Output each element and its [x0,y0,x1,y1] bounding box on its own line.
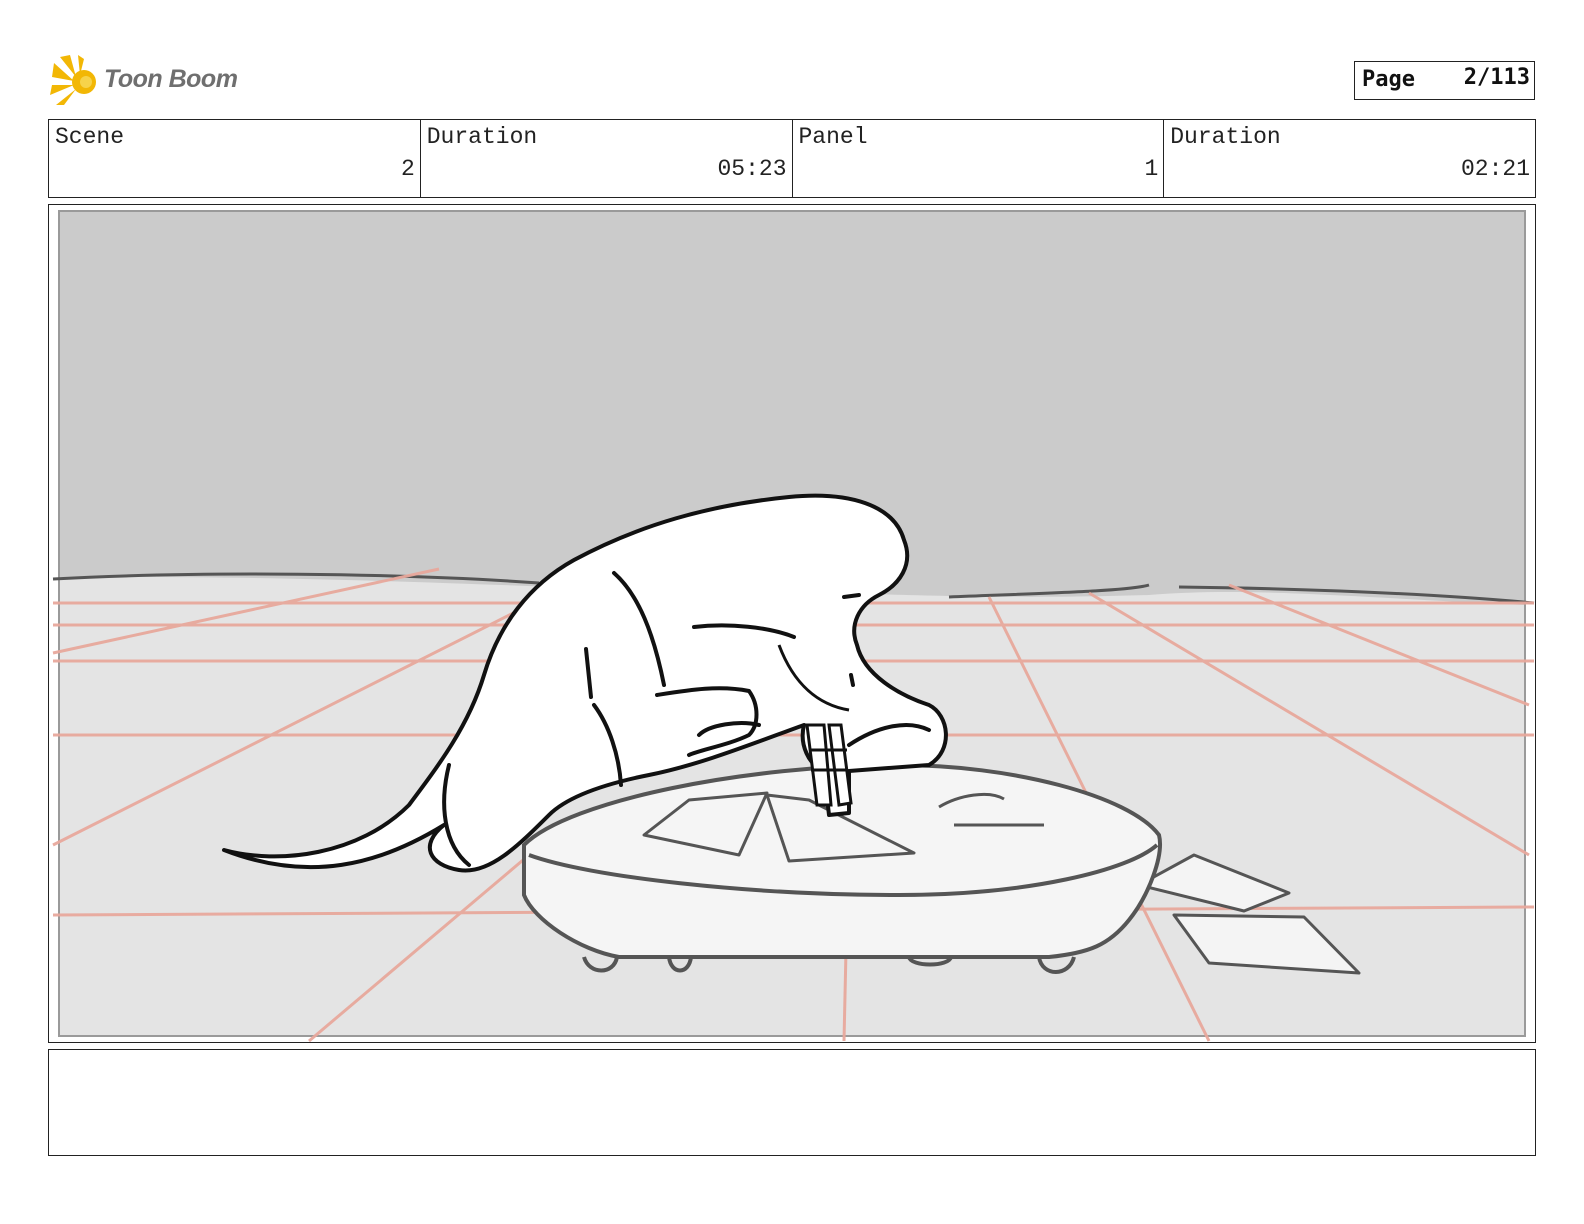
panel-duration-label: Duration [1170,124,1281,150]
logo-wordmark: Toon Boom [104,65,238,93]
panel-label: Panel [798,124,868,150]
scene-duration-label: Duration [426,124,538,150]
scene-label: Scene [55,124,125,150]
panel-value: 1 [1144,156,1159,182]
notes-area [48,1049,1536,1156]
info-bar: Scene 2 Duration 05:23 Panel 1 Duration … [48,119,1536,198]
starburst-icon [50,55,96,105]
page-indicator: Page 2/113 [1354,61,1535,100]
page-label: Page [1362,67,1415,92]
page-number: 2/113 [1463,65,1530,90]
scene-cell: Scene 2 [49,120,421,197]
scene-duration-cell: Duration 05:23 [421,120,793,197]
scene-value: 2 [400,156,415,182]
panel-duration-cell: Duration 02:21 [1164,120,1535,197]
panel-cell: Panel 1 [793,120,1165,197]
toon-boom-logo: Toon Boom [50,55,250,107]
scene-duration-value: 05:23 [717,156,787,182]
panel-duration-value: 02:21 [1460,156,1530,182]
storyboard-sketch [52,210,1535,1042]
storyboard-panel [48,204,1536,1043]
